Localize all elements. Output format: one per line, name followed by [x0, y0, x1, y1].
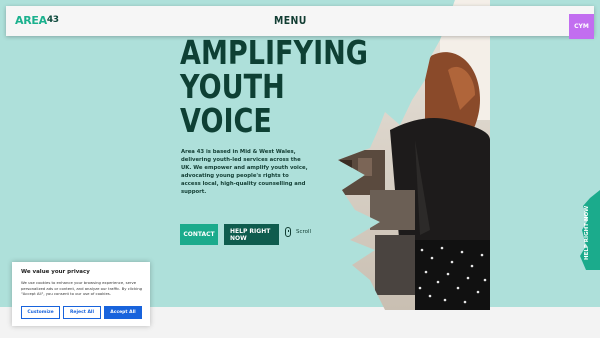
cookie-title: We value your privacy: [21, 269, 90, 275]
hero-title-line: YOUTH: [180, 67, 285, 106]
menu-button[interactable]: MENU: [274, 14, 307, 27]
logo-text: AREA: [15, 14, 47, 27]
cookie-text: We use cookies to enhance your browsing …: [21, 280, 143, 297]
site-header: AREA43 MENU CYM: [6, 6, 594, 39]
site-logo[interactable]: AREA43: [15, 14, 59, 27]
hero-title: AMPLIFYING YOUTH VOICE: [180, 36, 368, 138]
contact-button[interactable]: CONTACT: [180, 224, 218, 245]
hero-title-line: VOICE: [180, 101, 272, 140]
reject-all-button[interactable]: Reject All: [63, 306, 101, 319]
language-toggle-button[interactable]: CYM: [569, 14, 594, 39]
accept-all-button[interactable]: Accept All: [104, 306, 142, 319]
customize-button[interactable]: Customize: [21, 306, 60, 319]
side-tab-label: HELP RIGHT NOW: [584, 205, 590, 260]
hero-description: Area 43 is based in Mid & West Wales, de…: [181, 149, 308, 195]
scroll-label: Scroll: [296, 229, 312, 235]
hero-title-line: AMPLIFYING: [180, 33, 369, 72]
mouse-icon: [285, 227, 291, 237]
cookie-consent-banner: We value your privacy We use cookies to …: [12, 262, 150, 326]
side-tab-shape: [580, 190, 600, 270]
scroll-indicator[interactable]: Scroll: [285, 227, 311, 237]
help-right-now-button[interactable]: HELP RIGHT NOW: [224, 224, 279, 245]
logo-number: 43: [46, 15, 59, 25]
help-right-now-side-tab[interactable]: HELP RIGHT NOW: [580, 190, 600, 270]
